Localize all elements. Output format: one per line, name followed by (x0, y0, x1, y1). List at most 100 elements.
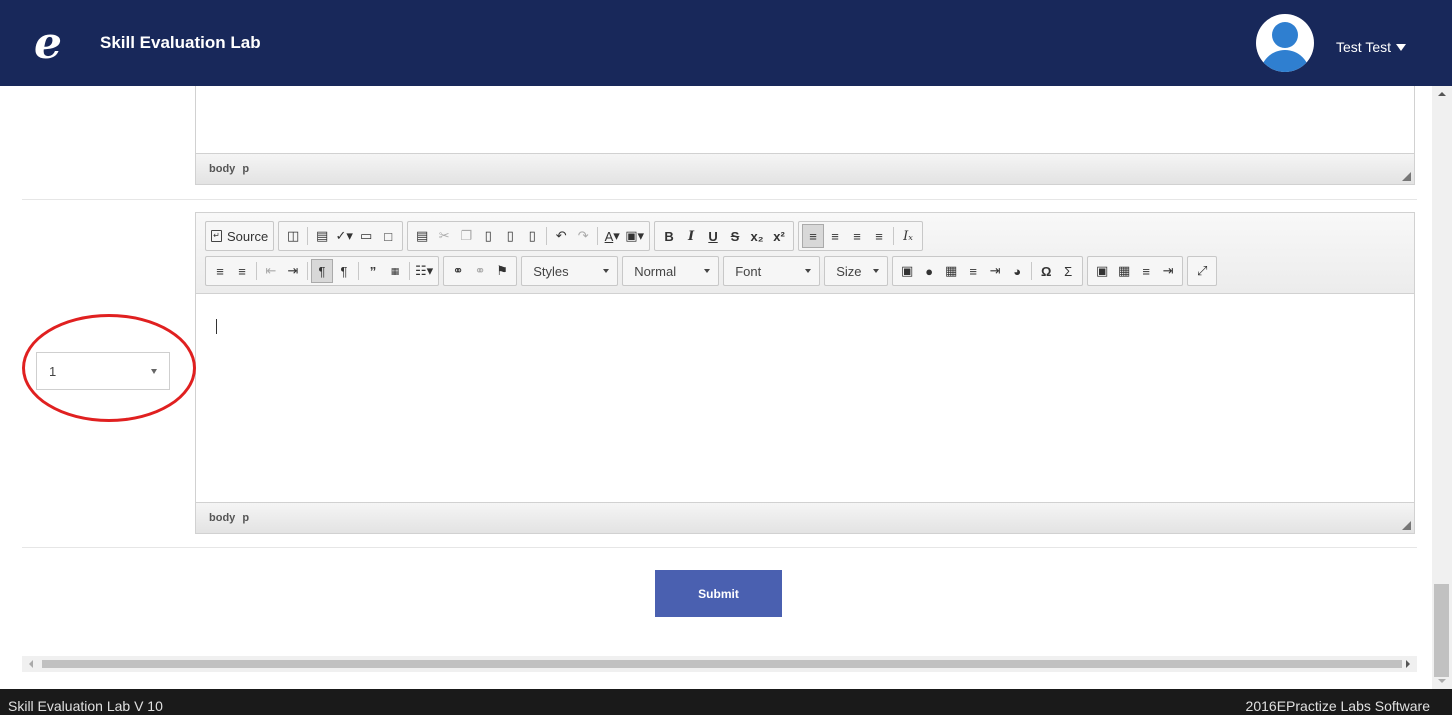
new-page-icon[interactable]: □ (377, 224, 399, 248)
subscript-icon[interactable]: x₂ (746, 224, 768, 248)
ltr-icon[interactable]: ¶ (311, 259, 333, 283)
special-char-icon[interactable]: ◕ (1006, 259, 1028, 283)
editor-top-path-bar: body p (196, 153, 1414, 184)
paste-text-icon[interactable]: ▯ (499, 224, 521, 248)
outdent-icon[interactable]: ⇤ (260, 259, 282, 283)
sigma-icon[interactable]: Σ (1057, 259, 1079, 283)
toolbar-group-clipboard: ▤ ✂ ❐ ▯ ▯ ▯ ↶ ↷ A ▾ ▣▾ (407, 221, 651, 251)
text-cursor (216, 319, 217, 334)
image-icon[interactable]: ▣ (896, 259, 918, 283)
size-combo[interactable]: Size (824, 256, 889, 286)
cut-icon[interactable]: ✂ (433, 224, 455, 248)
submit-button[interactable]: Submit (655, 570, 782, 617)
link-icon[interactable]: ⚭ (447, 259, 469, 283)
editor-top-path[interactable]: body p (209, 163, 249, 175)
underline-icon[interactable]: U (702, 224, 724, 248)
font-combo[interactable]: Font (723, 256, 821, 286)
flash-icon[interactable]: ● (918, 259, 940, 283)
row-divider (22, 547, 1417, 548)
toolbar-separator (1031, 262, 1033, 280)
toolbar-separator (546, 227, 548, 245)
image2-icon[interactable]: ▣ (1091, 259, 1113, 283)
paste-word-icon[interactable]: ▯ (521, 224, 543, 248)
align-left-icon[interactable]: ≡ (802, 224, 825, 248)
table-icon[interactable]: ▦ (940, 259, 962, 283)
resize-grip-icon[interactable] (1402, 172, 1411, 181)
styles-combo[interactable]: Styles (521, 256, 619, 286)
format-combo-label: Normal (634, 263, 677, 279)
indent-icon[interactable]: ⇥ (282, 259, 304, 283)
undo-icon[interactable]: ↶ (550, 224, 572, 248)
horizontal-scrollbar[interactable] (22, 656, 1417, 672)
scroll-down-icon[interactable] (1438, 679, 1446, 683)
toolbar-separator (256, 262, 257, 280)
hr2-icon[interactable]: ≡ (1135, 259, 1157, 283)
omega-icon[interactable]: Ω (1035, 259, 1057, 283)
strike-icon[interactable]: S (724, 224, 746, 248)
superscript-icon[interactable]: x² (768, 224, 790, 248)
blockquote-icon[interactable]: ” (362, 259, 384, 283)
resize-grip-icon[interactable] (1402, 521, 1411, 530)
toolbar-group-document: ↵ Source (205, 221, 275, 251)
row-divider (22, 199, 1417, 200)
format-combo[interactable]: Normal (622, 256, 720, 286)
table2-icon[interactable]: ▦ (1113, 259, 1135, 283)
paste-icon[interactable]: ▯ (477, 224, 499, 248)
spellcheck-icon[interactable]: ✓▾ (333, 224, 355, 248)
smiley-icon[interactable]: ⇥ (984, 259, 1006, 283)
toolbar-separator (307, 262, 308, 280)
user-menu[interactable]: Test Test (1336, 39, 1406, 55)
save-icon[interactable]: ▭ (355, 224, 377, 248)
annotation-circle (22, 314, 196, 422)
numbered-list-icon[interactable]: ≡ (209, 259, 231, 283)
italic-icon[interactable]: I (680, 224, 702, 248)
app-title: Skill Evaluation Lab (100, 33, 261, 52)
anchor-icon[interactable]: ⚑ (491, 259, 513, 283)
document-icon[interactable]: ▤ (411, 224, 433, 248)
editor-main-path[interactable]: body p (209, 512, 249, 524)
editor-main[interactable]: ↵ Source ◫ ▤ ✓▾ ▭ □ ▤ ✂ ❐ ▯ ▯ ▯ ↶ ↷ A ▾ … (195, 212, 1415, 534)
redo-icon[interactable]: ↷ (572, 224, 594, 248)
app-footer: Skill Evaluation Lab V 10 2016EPractize … (0, 689, 1452, 715)
pagebreak-icon[interactable]: ⇥ (1157, 259, 1179, 283)
scroll-right-icon[interactable] (1406, 660, 1410, 668)
text-color-icon[interactable]: A ▾ (601, 224, 623, 248)
bold-icon[interactable]: B (658, 224, 680, 248)
scroll-up-icon[interactable] (1438, 92, 1446, 96)
toolbar-group-lists: ≡ ≡ ⇤ ⇥ ¶ ¶ ” ▦ ☷▾ (205, 256, 440, 286)
div-icon[interactable]: ▦ (384, 259, 406, 283)
preview-icon[interactable]: ◫ (282, 224, 304, 248)
rtl-icon[interactable]: ¶ (333, 259, 355, 283)
toolbar-separator (409, 262, 410, 280)
align-right-icon[interactable]: ≡ (846, 224, 868, 248)
editor-main-path-bar: body p (196, 502, 1414, 533)
remove-format-icon[interactable]: Iₓ (897, 224, 919, 248)
editor-top[interactable]: body p (195, 86, 1415, 185)
toolbar-separator (307, 227, 309, 245)
avatar[interactable] (1256, 14, 1314, 72)
copy-icon[interactable]: ❐ (455, 224, 477, 248)
horizontal-rule-icon[interactable]: ≡ (962, 259, 984, 283)
size-combo-label: Size (836, 263, 862, 279)
scroll-left-icon[interactable] (29, 660, 33, 668)
maximize-icon[interactable]: ⤢ (1191, 259, 1213, 283)
horizontal-scroll-thumb[interactable] (42, 660, 1402, 668)
main-content: body p ↵ Source ◫ ▤ ✓▾ ▭ □ ▤ ✂ ❐ ▯ ▯ ▯ ↶… (0, 86, 1432, 676)
bulleted-list-icon[interactable]: ≡ (231, 259, 253, 283)
bg-color-icon[interactable]: ▣▾ (623, 224, 646, 248)
templates-icon[interactable]: ▤ (311, 224, 333, 248)
toolbar-row-1: ↵ Source ◫ ▤ ✓▾ ▭ □ ▤ ✂ ❐ ▯ ▯ ▯ ↶ ↷ A ▾ … (205, 221, 924, 251)
language-icon[interactable]: ☷▾ (413, 259, 435, 283)
footer-copyright: 2016EPractize Labs Software (1245, 698, 1430, 714)
unlink-icon[interactable]: ⚭ (469, 259, 491, 283)
editor-toolbar: ↵ Source ◫ ▤ ✓▾ ▭ □ ▤ ✂ ❐ ▯ ▯ ▯ ↶ ↷ A ▾ … (196, 213, 1414, 294)
vertical-scrollbar[interactable] (1432, 86, 1452, 689)
toolbar-separator (358, 262, 359, 280)
toolbar-group-tools: ◫ ▤ ✓▾ ▭ □ (278, 221, 404, 251)
vertical-scroll-thumb[interactable] (1434, 584, 1449, 677)
justify-icon[interactable]: ≡ (868, 224, 890, 248)
editor-body[interactable] (196, 295, 1414, 501)
toolbar-group-basicstyles: B I U S x₂ x² (654, 221, 795, 251)
align-center-icon[interactable]: ≡ (824, 224, 846, 248)
source-button[interactable]: ↵ Source (209, 224, 270, 248)
